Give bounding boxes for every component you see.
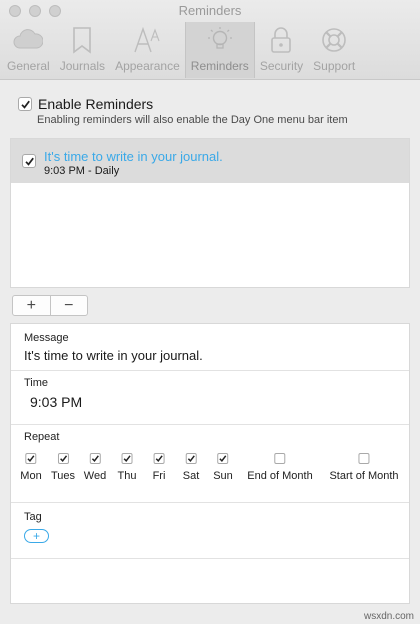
message-label: Message [24,332,69,344]
checkmark-icon [219,455,227,463]
window-title: Reminders [178,3,242,18]
day-checkbox[interactable] [217,453,229,464]
tab-reminders[interactable]: Reminders [184,22,255,78]
repeat-label: Repeat [24,431,60,443]
tag-label: Tag [24,511,42,523]
watermark: wsxdn.com [363,611,414,622]
day-checkbox[interactable] [57,453,69,464]
repeat-section: Repeat Mon Tues Wed Thu Fri Sat Sun End … [11,424,409,502]
title-bar: Reminders General Journals Appearance Re… [0,0,420,80]
lightbulb-icon [207,27,232,49]
time-label: Time [24,377,49,389]
reminder-schedule: 9:03 PM - Daily [44,165,120,177]
reminders-list[interactable]: It's time to write in your journal. 9:03… [10,138,410,288]
day-sat[interactable]: Sat [182,453,200,482]
list-item[interactable]: It's time to write in your journal. 9:03… [11,139,409,183]
day-mon[interactable]: Mon [20,453,42,482]
checkmark-icon [20,100,30,109]
repeat-days: Mon Tues Wed Thu Fri Sat Sun End of Mont… [11,453,409,489]
day-checkbox[interactable] [89,453,101,464]
day-tues[interactable]: Tues [51,453,75,482]
time-section: Time 9:03 PM [11,370,409,424]
tab-label: Journals [59,59,106,73]
enable-reminders-row: Enable Reminders [18,96,153,112]
day-fri[interactable]: Fri [152,453,166,482]
list-edit-buttons: + − [12,295,88,316]
day-checkbox[interactable] [358,453,370,464]
day-checkbox[interactable] [121,453,133,464]
tab-label: General [7,59,50,73]
day-checkbox[interactable] [153,453,165,464]
reminder-detail-panel: Message It's time to write in your journ… [10,323,410,604]
day-label: Tues [50,470,76,482]
day-label: Mon [20,470,42,482]
tab-label: Reminders [190,59,249,73]
cloud-icon [13,29,44,49]
day-label: Thu [117,470,137,482]
tab-general[interactable]: General [2,22,55,78]
tab-label: Support [313,59,356,73]
day-label: Fri [152,470,166,482]
checkmark-icon [59,455,67,463]
remove-reminder-button[interactable]: − [49,296,88,315]
preferences-toolbar: General Journals Appearance Reminders Se… [2,22,360,78]
day-label: Start of Month [329,470,399,482]
checkmark-icon [187,455,195,463]
day-checkbox[interactable] [25,453,37,464]
reminder-checkbox[interactable] [22,154,36,168]
checkmark-icon [27,455,35,463]
day-checkbox[interactable] [274,453,286,464]
day-label: Sun [213,470,233,482]
day-checkbox[interactable] [185,453,197,464]
day-start-of-month[interactable]: Start of Month [329,453,399,482]
checkmark-icon [24,157,34,166]
lifebuoy-icon [322,28,346,52]
checkmark-icon [155,455,163,463]
lock-icon [271,27,292,53]
enable-reminders-label[interactable]: Enable Reminders [38,96,153,112]
message-field[interactable]: It's time to write in your journal. [24,348,203,363]
day-wed[interactable]: Wed [84,453,106,482]
reminder-text: It's time to write in your journal. 9:03… [44,149,223,178]
time-field[interactable]: 9:03 PM [30,394,82,410]
tab-label: Appearance [115,59,180,73]
checkmark-icon [91,455,99,463]
tab-label: Security [259,59,304,73]
enable-reminders-note: Enabling reminders will also enable the … [37,114,348,126]
bookmark-icon [73,27,92,54]
tab-security[interactable]: Security [255,22,308,78]
day-label: End of Month [247,470,313,482]
day-label: Wed [83,470,107,482]
message-section: Message It's time to write in your journ… [11,324,409,370]
tab-appearance[interactable]: Appearance [110,22,185,78]
day-label: Sat [182,470,200,482]
tab-support[interactable]: Support [308,22,360,78]
reminder-message: It's time to write in your journal. [44,149,223,164]
add-tag-button[interactable]: + [24,529,49,543]
tag-section: Tag + [11,502,409,558]
enable-reminders-checkbox[interactable] [18,97,32,111]
empty-section [11,558,409,603]
checkmark-icon [123,455,131,463]
add-reminder-button[interactable]: + [13,296,50,315]
font-icon [134,26,160,53]
day-thu[interactable]: Thu [117,453,137,482]
day-end-of-month[interactable]: End of Month [247,453,313,482]
tab-journals[interactable]: Journals [55,22,110,78]
day-sun[interactable]: Sun [213,453,233,482]
